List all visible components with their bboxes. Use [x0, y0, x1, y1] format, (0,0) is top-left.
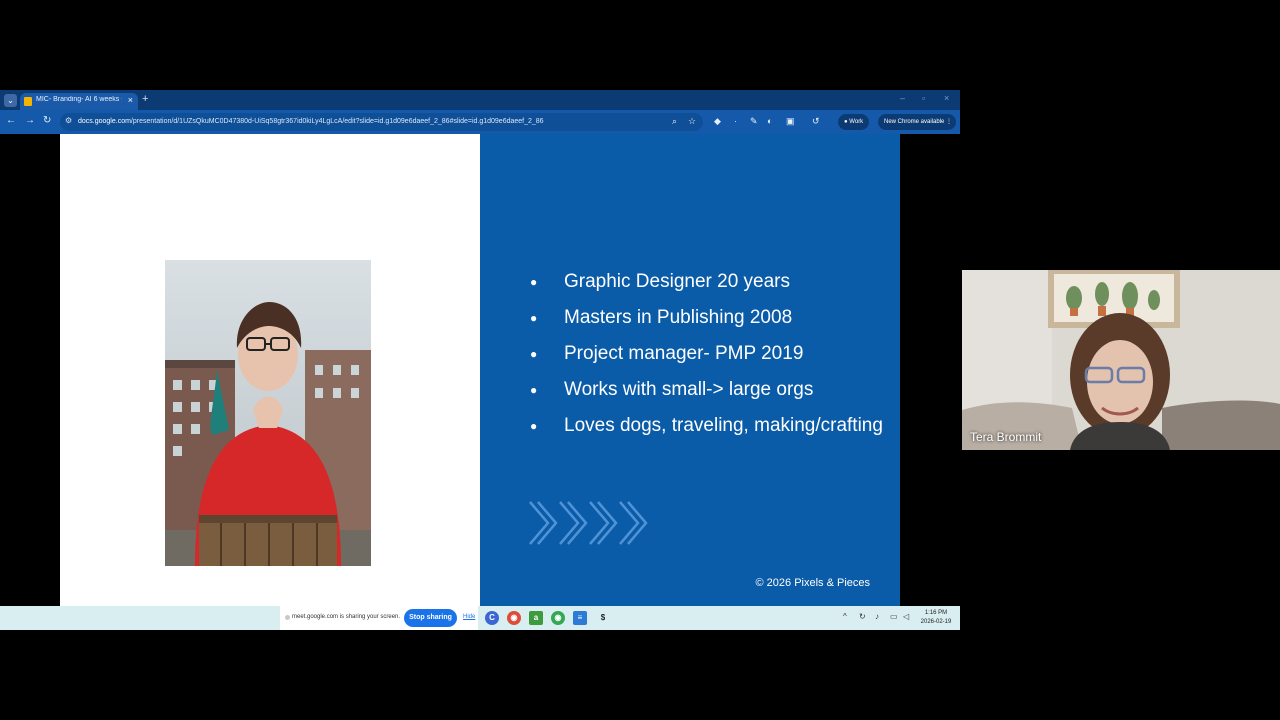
copilot-app-icon[interactable]: C	[485, 611, 499, 625]
history-icon[interactable]: ↺	[812, 116, 820, 127]
browser-toolbar: ← → ↻ ⚙ docs.google.com/presentation/d/1…	[0, 110, 960, 134]
tab-close-icon[interactable]: ×	[128, 95, 133, 105]
extension-circle-icon[interactable]: ◐	[767, 116, 772, 126]
volume-tray-icon[interactable]: ◁	[903, 612, 909, 621]
bookmark-star-icon[interactable]: ☆	[688, 116, 696, 127]
more-menu-icon: ⋮	[946, 119, 953, 125]
share-notice-text: meet.google.com is sharing your screen.	[292, 614, 401, 620]
bullet-item: Works with small-> large orgs	[530, 372, 890, 408]
close-window-icon[interactable]: ×	[944, 93, 949, 103]
screen-share-notice: meet.google.com is sharing your screen. …	[280, 606, 478, 630]
browser-tab[interactable]: MIC- Branding- AI 6 weeks - Google Slide…	[20, 93, 138, 110]
bullet-item: Loves dogs, traveling, making/crafting	[530, 408, 890, 444]
slide-photo-panel	[60, 134, 480, 606]
presenter-photo	[165, 260, 371, 566]
tray-overflow-icon[interactable]: ^	[843, 612, 847, 621]
meeting-stage: ⌄ MIC- Branding- AI 6 weeks - Google Sli…	[0, 0, 1280, 720]
forward-icon[interactable]: →	[25, 115, 35, 126]
dollar-app-icon[interactable]: $	[596, 611, 610, 625]
network-tray-icon[interactable]: ▭	[890, 612, 898, 621]
hide-link[interactable]: Hide	[463, 614, 475, 620]
notepad-app-icon[interactable]: ≡	[573, 611, 587, 625]
sync-tray-icon[interactable]: ↻	[859, 612, 866, 621]
profile-label: Work	[849, 119, 864, 125]
chrome-app-icon[interactable]: ◉	[507, 611, 521, 625]
drag-handle-icon[interactable]	[285, 615, 290, 620]
address-bar[interactable]: ⚙ docs.google.com/presentation/d/1UZsQku…	[60, 113, 703, 131]
tab-title: MIC- Branding- AI 6 weeks - Google Slide…	[36, 96, 122, 103]
profile-chip[interactable]: ● Work	[838, 114, 870, 130]
chrome-update-button[interactable]: New Chrome available ⋮	[878, 114, 956, 130]
restore-icon[interactable]: ▫	[922, 93, 925, 103]
green-app-icon[interactable]: a	[529, 611, 543, 625]
extension-shield-icon[interactable]: ◆	[714, 116, 721, 127]
bio-bullet-list: Graphic Designer 20 years Masters in Pub…	[530, 264, 890, 444]
zoom-icon[interactable]: ⌕	[672, 116, 677, 127]
extensions-puzzle-icon[interactable]: ▣	[786, 116, 795, 127]
minimize-icon[interactable]: –	[900, 93, 905, 103]
update-label: New Chrome available	[884, 119, 945, 125]
reload-icon[interactable]: ↻	[43, 115, 51, 126]
presentation-slide: Graphic Designer 20 years Masters in Pub…	[60, 134, 900, 606]
slides-favicon-icon	[24, 97, 32, 106]
tab-search-icon[interactable]: ⌄	[4, 94, 17, 107]
url-host: docs.google.com	[78, 118, 131, 125]
system-clock[interactable]: 1:16 PM 2026-02-19	[918, 609, 954, 627]
bullet-item: Graphic Designer 20 years	[530, 264, 890, 300]
chevron-decoration-icon	[529, 501, 648, 545]
new-tab-button[interactable]: +	[142, 93, 148, 105]
participant-video-tile[interactable]: Tera Brommit	[962, 270, 1280, 450]
url-path: /presentation/d/1UZsQkuMC0D47380d-UiSq58…	[130, 118, 544, 125]
clock-time: 1:16 PM	[924, 610, 948, 616]
extension-dot-icon[interactable]: ·	[734, 116, 737, 126]
eyedropper-icon[interactable]: ✎	[750, 116, 758, 127]
presenter-photo-image	[165, 260, 371, 566]
slide-copyright: © 2026 Pixels & Pieces	[755, 577, 871, 589]
os-taskbar: meet.google.com is sharing your screen. …	[0, 606, 960, 630]
participant-name: Tera Brommit	[970, 430, 1042, 444]
mic-tray-icon[interactable]: ♪	[875, 612, 879, 621]
bullet-item: Masters in Publishing 2008	[530, 300, 890, 336]
chrome-profile-app-icon[interactable]: ◉	[551, 611, 565, 625]
shared-screen: ⌄ MIC- Branding- AI 6 weeks - Google Sli…	[0, 90, 960, 630]
url-text: docs.google.com/presentation/d/1UZsQkuMC…	[78, 118, 544, 125]
participant-video	[962, 270, 1280, 450]
slide-text-panel: Graphic Designer 20 years Masters in Pub…	[480, 134, 900, 606]
stop-sharing-button[interactable]: Stop sharing	[404, 609, 457, 627]
clock-date: 2026-02-19	[920, 619, 952, 625]
site-info-icon[interactable]: ⚙	[65, 116, 72, 125]
bullet-item: Project manager- PMP 2019	[530, 336, 890, 372]
browser-tab-bar: ⌄ MIC- Branding- AI 6 weeks - Google Sli…	[0, 90, 960, 110]
back-icon[interactable]: ←	[6, 115, 16, 126]
